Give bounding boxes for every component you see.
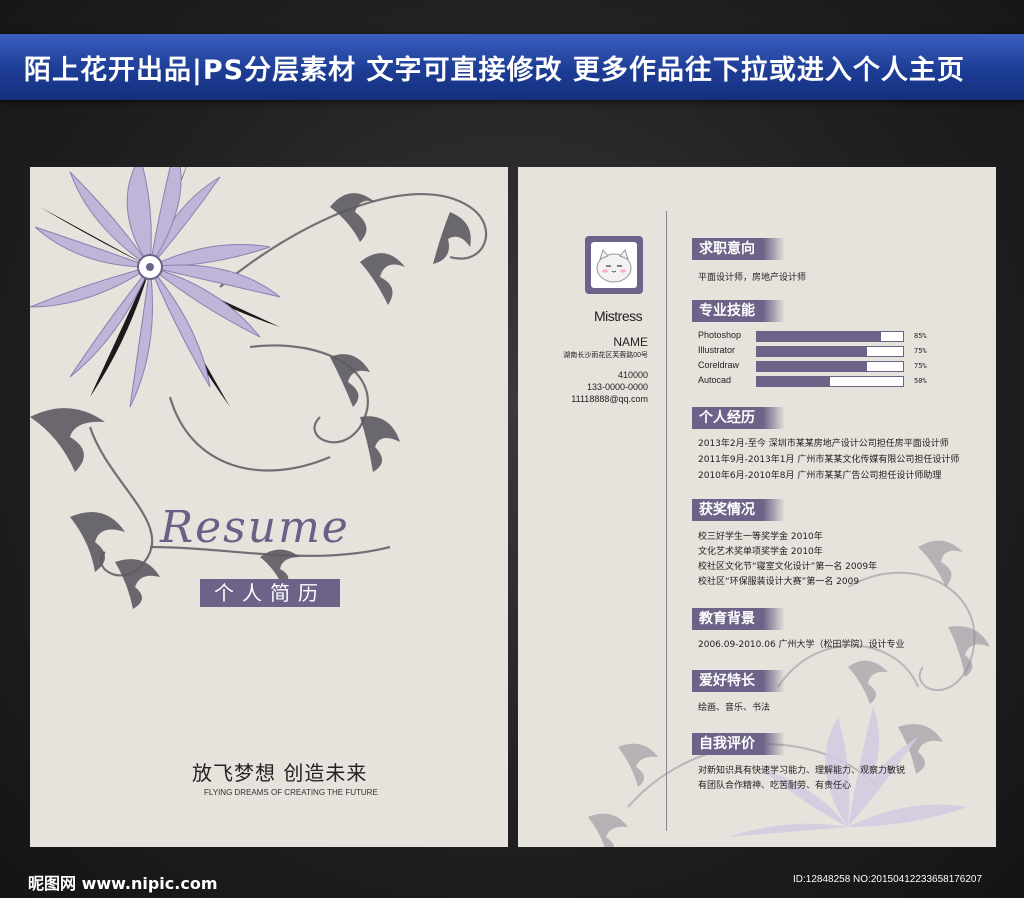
section-experience-heading: 个人经历 xyxy=(692,407,785,429)
nickname: Mistress xyxy=(594,308,643,324)
resume-script-title: Resume xyxy=(160,502,350,553)
experience-line: 2013年2月-至今 深圳市某某房地产设计公司担任房平面设计师 xyxy=(698,439,949,449)
skill-percent: 75% xyxy=(914,362,927,370)
profile-name: NAME xyxy=(613,335,648,349)
hobbies-line: 绘画、音乐、书法 xyxy=(698,703,771,713)
section-awards-heading: 获奖情况 xyxy=(692,499,785,521)
profile-email: 11118888@qq.com xyxy=(571,394,648,404)
job-line: 平面设计师，房地产设计师 xyxy=(698,273,807,283)
skill-percent: 75% xyxy=(914,347,927,355)
resume-content-page: Mistress NAME 湖南长沙雨花区芙蓉路00号 410000 133-0… xyxy=(518,167,996,847)
watermark-id: ID:12848258 NO:20150412233658176207 xyxy=(793,874,983,885)
avatar xyxy=(585,236,643,294)
award-line: 校社区文化节“寝室文化设计”第一名 2009年 xyxy=(698,562,878,572)
skill-name: Autocad xyxy=(698,375,732,385)
section-self-eval-heading: 自我评价 xyxy=(692,733,785,755)
skill-fill xyxy=(757,347,867,356)
section-skills-heading: 专业技能 xyxy=(692,300,785,322)
self-eval-line: 有团队合作精神、吃苦耐劳、有责任心 xyxy=(698,781,852,791)
experience-line: 2010年6月-2010年8月 广州市某某广告公司担任设计师助理 xyxy=(698,471,942,481)
profile-postcode: 410000 xyxy=(617,370,648,380)
skill-fill xyxy=(757,377,830,386)
award-line: 校社区“环保服装设计大赛”第一名 2009 xyxy=(698,577,860,587)
section-hobbies-heading: 爱好特长 xyxy=(692,670,785,692)
skill-name: Coreldraw xyxy=(698,360,740,370)
skill-bar xyxy=(756,331,904,342)
section-job-heading: 求职意向 xyxy=(692,238,785,260)
skill-bar xyxy=(756,346,904,357)
skill-percent: 50% xyxy=(914,377,927,385)
award-line: 校三好学生一等奖学金 2010年 xyxy=(698,532,823,542)
award-line: 文化艺术奖单项奖学金 2010年 xyxy=(698,547,823,557)
cat-face-icon xyxy=(596,248,632,283)
skill-fill xyxy=(757,332,882,341)
banner-text: 陌上花开出品|PS分层素材 文字可直接修改 更多作品往下拉或进入个人主页 xyxy=(24,55,965,86)
self-eval-line: 对新知识具有快速学习能力、理解能力、观察力敏锐 xyxy=(698,766,906,776)
slogan-chinese: 放飞梦想 创造未来 xyxy=(192,761,368,785)
divider-line xyxy=(666,211,667,831)
resume-cover-page: Resume 个人简历 放飞梦想 创造未来 FLYING DREAMS OF C… xyxy=(30,167,508,847)
skill-name: Illustrator xyxy=(698,345,736,355)
profile-address: 湖南长沙雨花区芙蓉路00号 xyxy=(563,352,648,359)
section-education-heading: 教育背景 xyxy=(692,608,785,630)
slogan-english: FLYING DREAMS OF CREATING THE FUTURE xyxy=(204,788,378,797)
top-banner: 陌上花开出品|PS分层素材 文字可直接修改 更多作品往下拉或进入个人主页 xyxy=(0,34,1024,100)
cn-title-box: 个人简历 xyxy=(200,579,340,607)
cat-avatar-icon xyxy=(591,242,637,288)
skill-name: Photoshop xyxy=(698,330,742,340)
skill-bar xyxy=(756,376,904,387)
profile-phone: 133-0000-0000 xyxy=(586,382,648,392)
experience-line: 2011年9月-2013年1月 广州市某某文化传媒有限公司担任设计师 xyxy=(698,455,960,465)
education-line: 2006.09-2010.06 广州大学（松田学院）设计专业 xyxy=(698,640,905,650)
skill-fill xyxy=(757,362,867,371)
skill-percent: 85% xyxy=(914,332,927,340)
watermark-site: 昵图网 www.nipic.com xyxy=(28,874,218,893)
skill-bar xyxy=(756,361,904,372)
